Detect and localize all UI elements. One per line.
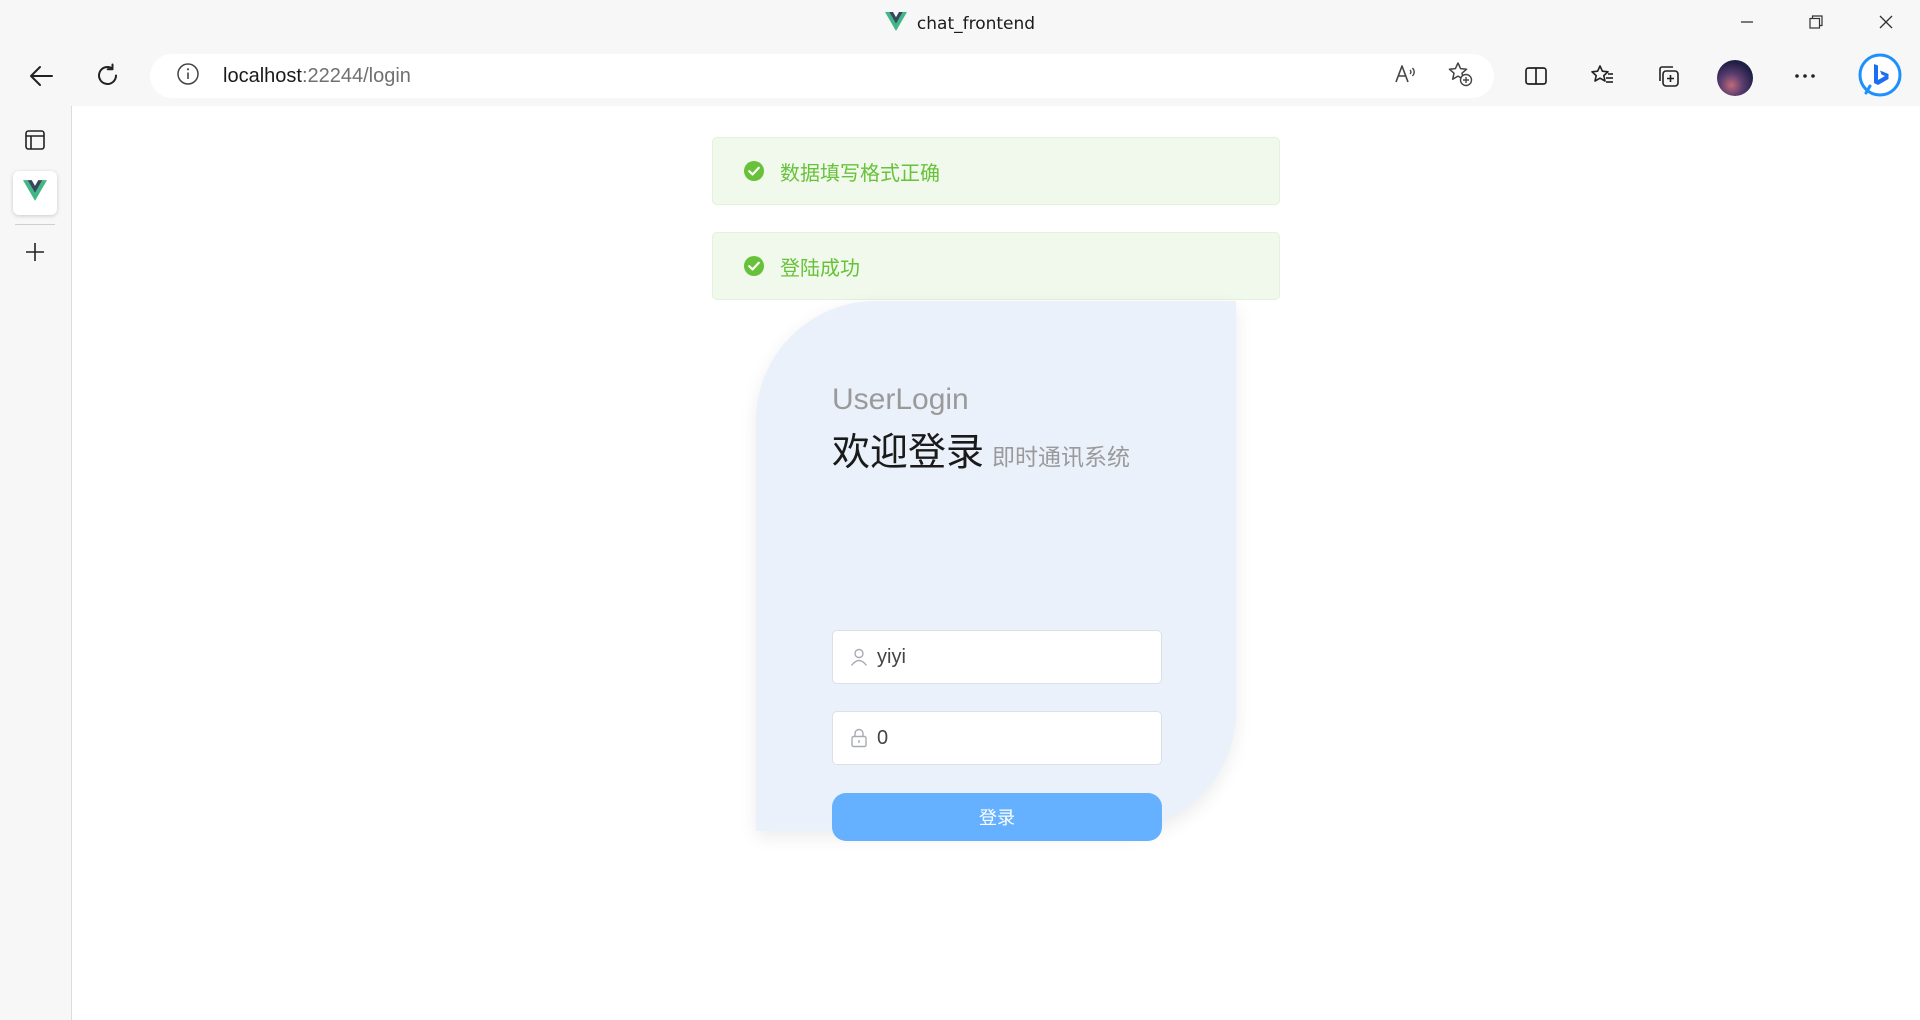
site-info-button[interactable] (172, 60, 204, 92)
username-input[interactable] (877, 631, 1147, 683)
back-icon (28, 63, 54, 93)
login-subtitle: UserLogin (832, 383, 969, 416)
sidebar-tab-chat-frontend[interactable] (13, 171, 57, 215)
collections-icon (1655, 63, 1681, 93)
window-title: chat_frontend (916, 14, 1036, 34)
vertical-tabs-sidebar (0, 106, 72, 1020)
success-message-text: 数据填写格式正确 (780, 160, 940, 185)
success-check-icon (743, 255, 765, 277)
minimize-icon (1739, 14, 1755, 34)
site-info-icon (176, 62, 200, 90)
favorites-button[interactable] (1581, 57, 1623, 99)
password-field (832, 711, 1162, 765)
tab-actions-button[interactable] (13, 120, 57, 164)
more-icon (1792, 63, 1818, 93)
lock-icon (849, 728, 869, 748)
split-screen-icon (1523, 63, 1549, 93)
vue-logo-icon (884, 11, 907, 37)
tab-actions-icon (23, 128, 47, 156)
refresh-button[interactable] (87, 57, 129, 99)
success-message: 数据填写格式正确 (712, 137, 1280, 205)
bing-copilot-button[interactable] (1855, 53, 1905, 103)
read-aloud-icon (1393, 61, 1419, 91)
favorites-icon (1589, 63, 1615, 93)
vue-tab-icon (23, 180, 47, 206)
sidebar-divider (15, 224, 55, 225)
username-field (832, 630, 1162, 684)
page-viewport: 数据填写格式正确 登陆成功 UserLogin 欢迎登录即时通讯系统 登录 (72, 106, 1920, 1020)
close-icon (1878, 14, 1894, 34)
profile-avatar (1717, 60, 1753, 96)
url-path: :22244/login (301, 65, 411, 87)
refresh-icon (95, 63, 121, 93)
success-message: 登陆成功 (712, 232, 1280, 300)
login-title-system: 即时通讯系统 (992, 445, 1131, 471)
address-bar[interactable]: localhost:22244/login (150, 54, 1494, 98)
restore-icon (1808, 14, 1824, 34)
browser-title-bar: chat_frontend (0, 0, 1920, 48)
bing-copilot-icon (1857, 53, 1903, 103)
success-message-text: 登陆成功 (780, 255, 860, 280)
close-window-button[interactable] (1852, 0, 1920, 48)
collections-button[interactable] (1647, 57, 1689, 99)
password-input[interactable] (877, 712, 1147, 764)
window-title-group: chat_frontend (0, 0, 1920, 48)
login-title-main: 欢迎登录 (832, 430, 985, 474)
add-favorite-button[interactable] (1444, 60, 1476, 92)
url-text[interactable]: localhost:22244/login (223, 54, 411, 98)
url-host: localhost (223, 65, 302, 87)
new-tab-icon (23, 240, 47, 268)
read-aloud-button[interactable] (1390, 60, 1422, 92)
user-icon (849, 647, 869, 667)
split-screen-button[interactable] (1515, 57, 1557, 99)
more-button[interactable] (1784, 57, 1826, 99)
login-title: 欢迎登录 即时通讯系统 (832, 421, 1130, 476)
minimize-button[interactable] (1713, 0, 1781, 48)
back-button[interactable] (20, 57, 62, 99)
login-button[interactable]: 登录 (832, 793, 1162, 841)
success-check-icon (743, 160, 765, 182)
login-card: UserLogin 欢迎登录即时通讯系统 登录 (756, 301, 1236, 841)
restore-button[interactable] (1782, 0, 1850, 48)
new-tab-button[interactable] (13, 232, 57, 276)
profile-button[interactable] (1714, 57, 1756, 99)
add-favorite-icon (1446, 60, 1474, 92)
